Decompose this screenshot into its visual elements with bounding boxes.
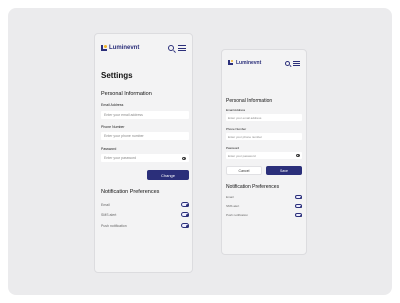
sms-toggle[interactable] (295, 204, 302, 208)
notification-label: Email (226, 195, 234, 199)
notification-label: Push notification (101, 223, 127, 228)
notifications-heading: Notification Preferences (101, 189, 160, 195)
brand[interactable]: Luminevnt (228, 60, 261, 66)
sms-toggle[interactable] (181, 212, 189, 217)
top-bar: Luminevnt (101, 43, 186, 53)
eye-icon[interactable] (182, 156, 186, 160)
phone-field[interactable]: Enter your phone number (226, 133, 302, 140)
email-toggle[interactable] (181, 202, 189, 207)
brand[interactable]: Luminevnt (101, 45, 139, 51)
luminevnt-logo-icon (228, 60, 234, 66)
top-bar: Luminevnt (228, 59, 300, 67)
phone-field[interactable]: Enter your phone number (101, 132, 189, 140)
email-label: Email Address (101, 103, 124, 107)
settings-screen-view: Luminevnt Settings Personal Information … (94, 33, 193, 273)
notification-row-email: Email (101, 202, 189, 207)
search-icon[interactable] (285, 60, 290, 66)
personal-info-heading: Personal Information (226, 98, 273, 104)
eye-icon[interactable] (296, 154, 300, 157)
brand-name: Luminevnt (109, 45, 140, 51)
phone-placeholder: Enter your phone number (104, 134, 144, 138)
personal-info-heading: Personal Information (101, 91, 152, 97)
email-field[interactable]: Enter your email address (101, 111, 189, 119)
hamburger-menu-icon[interactable] (293, 60, 300, 66)
notification-row-sms: SMS alert (226, 204, 302, 208)
notification-row-push: Push notification (226, 213, 302, 217)
brand-name: Luminevnt (236, 60, 262, 66)
notification-label: Push notification (226, 213, 249, 217)
email-placeholder: Enter your email address (104, 113, 143, 117)
password-field[interactable]: Enter your password (101, 154, 189, 162)
notification-row-push: Push notification (101, 223, 189, 228)
notification-label: SMS alert (101, 212, 117, 217)
change-button[interactable]: Change (147, 170, 189, 180)
save-button[interactable]: Save (266, 166, 302, 175)
email-field[interactable]: Enter your email address (226, 114, 302, 121)
page-title: Settings (101, 71, 133, 80)
password-label: Password (101, 147, 117, 151)
email-toggle[interactable] (295, 195, 302, 199)
luminevnt-logo-icon (101, 45, 107, 51)
settings-edit-screen: Luminevnt Personal Information Email Add… (221, 49, 307, 255)
email-placeholder: Enter your email address (228, 115, 262, 120)
push-toggle[interactable] (181, 223, 189, 228)
phone-label: Phone Number (101, 125, 125, 129)
cancel-button[interactable]: Cancel (226, 166, 262, 175)
notification-row-email: Email (226, 195, 302, 199)
notifications-heading: Notification Preferences (226, 184, 280, 190)
password-label: Password (226, 146, 240, 150)
notification-row-sms: SMS alert (101, 212, 189, 217)
hamburger-menu-icon[interactable] (178, 45, 186, 51)
push-toggle[interactable] (295, 213, 302, 217)
email-label: Email Address (226, 108, 246, 112)
password-placeholder: Enter your password (104, 156, 137, 160)
phone-label: Phone Number (226, 127, 247, 131)
presentation-canvas (8, 8, 392, 295)
password-placeholder: Enter your password (228, 153, 256, 158)
phone-placeholder: Enter your phone number (228, 134, 263, 139)
password-field[interactable]: Enter your password (226, 152, 302, 159)
notification-label: SMS alert (226, 204, 240, 208)
notification-label: Email (101, 202, 110, 207)
search-icon[interactable] (168, 45, 174, 51)
